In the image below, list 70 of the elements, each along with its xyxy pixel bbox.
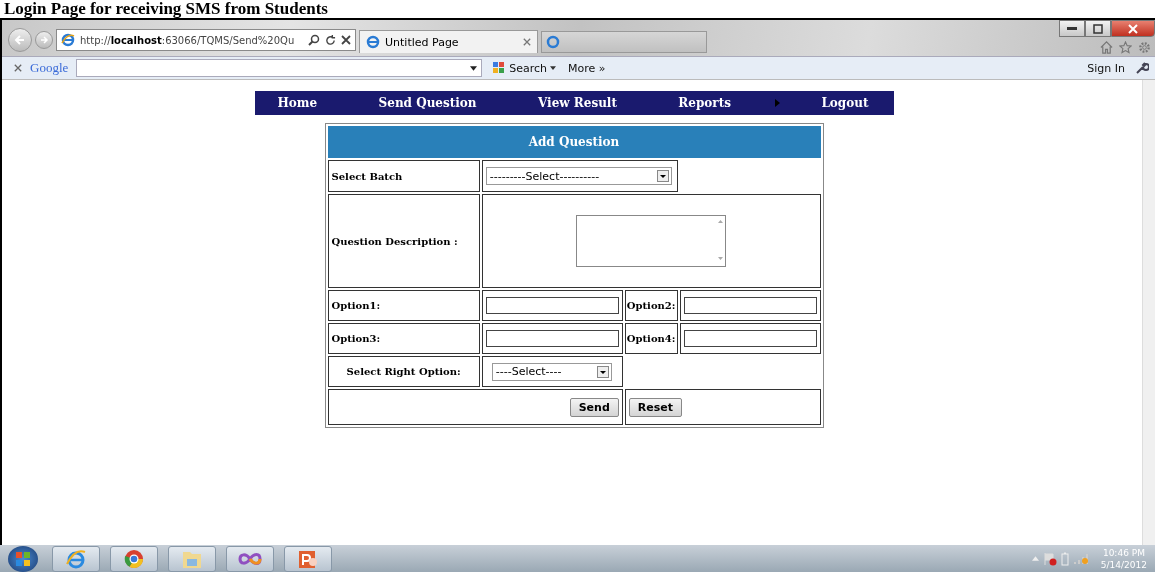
search-icon[interactable] <box>308 34 320 46</box>
option-field[interactable] <box>683 297 817 314</box>
nav-link[interactable]: Home <box>277 96 318 110</box>
form-label: Select Batch <box>327 160 480 192</box>
caret-icon <box>550 66 557 70</box>
letter-e-icon <box>65 547 87 570</box>
option-field[interactable] <box>485 297 619 314</box>
restore-button[interactable] <box>1085 20 1111 37</box>
nav-link[interactable]: Reports <box>678 96 780 110</box>
caret-icon <box>596 365 609 378</box>
minimize-button[interactable] <box>1059 20 1085 37</box>
close-button[interactable] <box>1111 20 1155 37</box>
start-button[interactable] <box>8 545 38 572</box>
close-icon[interactable] <box>341 35 351 45</box>
form-label: Option1: <box>327 290 480 321</box>
reset-button[interactable]: Reset <box>628 397 682 417</box>
search-button[interactable]: Search <box>490 61 559 75</box>
ring-icon <box>123 547 145 570</box>
taskbar-button[interactable] <box>168 545 216 572</box>
star-icon[interactable] <box>1119 41 1132 54</box>
address-bar[interactable]: http://localhost:63066/TQMS/Send%20Qu <box>56 29 356 51</box>
refresh-icon[interactable] <box>325 34 336 46</box>
option-field[interactable] <box>683 330 817 347</box>
close-icon[interactable] <box>14 64 22 72</box>
scrollbar[interactable] <box>1142 80 1155 545</box>
minimize-icon <box>1067 26 1077 31</box>
submenu-arrow-icon <box>775 99 780 107</box>
nav-link[interactable]: Send Question <box>378 96 477 110</box>
clock-time: 10:46 PM <box>1102 546 1145 559</box>
close-icon <box>1128 23 1138 34</box>
home-icon[interactable] <box>1100 41 1113 54</box>
forward-arrow-icon <box>38 34 50 46</box>
right-option-dropdown[interactable]: ----Select---- <box>491 362 612 381</box>
squares-icon <box>492 61 507 75</box>
taskbar-button[interactable] <box>110 545 158 572</box>
wrench-icon[interactable] <box>1135 61 1149 75</box>
option-field[interactable] <box>485 330 619 347</box>
restore-icon <box>1093 23 1103 34</box>
form-label: Option2: <box>624 290 678 321</box>
form-title: Add Question <box>327 126 821 158</box>
form-label: Question Description : <box>327 194 480 288</box>
flag-icon[interactable] <box>1042 551 1057 566</box>
clock-date: 5/14/2012 <box>1100 558 1147 571</box>
page-icon <box>61 33 75 47</box>
tab-title: Untitled Page <box>385 35 460 49</box>
form-label: Option4: <box>624 323 678 354</box>
form-label: Select Right Option: <box>327 356 480 387</box>
description-field[interactable] <box>576 215 727 267</box>
browser-tab[interactable]: Untitled Page <box>359 30 538 53</box>
page-caption: Login Page for receiving SMS from Students <box>3 0 329 18</box>
nav-link[interactable]: View Result <box>537 96 617 110</box>
taskbar-button[interactable] <box>52 545 100 572</box>
nav-link[interactable]: Logout <box>821 96 869 110</box>
send-button[interactable]: Send <box>569 397 619 417</box>
page-icon <box>546 35 560 49</box>
taskbar-button[interactable] <box>226 545 274 572</box>
page-icon <box>366 35 380 49</box>
sign-in-button[interactable]: Sign In <box>1085 61 1127 75</box>
batch-dropdown[interactable]: ---------Select---------- <box>485 167 672 185</box>
taskbar-button[interactable] <box>284 545 332 572</box>
more-button[interactable]: More » <box>566 61 608 75</box>
back-button[interactable] <box>8 28 32 52</box>
form-label: Option3: <box>327 323 480 354</box>
toolbar-brand: Google <box>30 60 69 76</box>
settings-icon[interactable] <box>1138 41 1151 54</box>
forward-button[interactable] <box>35 31 53 49</box>
url-text: http://localhost:63066/TQMS/Send%20Qu <box>80 34 296 46</box>
search-field[interactable] <box>76 59 483 77</box>
caret-icon <box>656 170 669 182</box>
caret-icon <box>470 65 478 71</box>
